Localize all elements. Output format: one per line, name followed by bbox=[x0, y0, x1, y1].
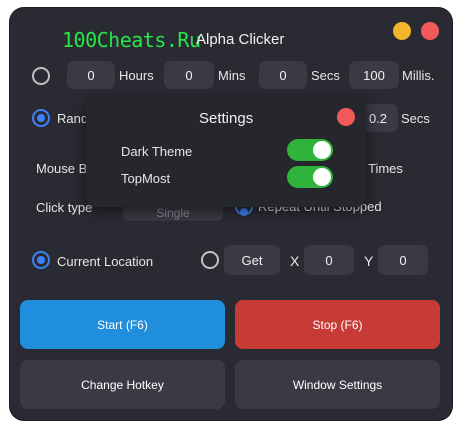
mins-label: Mins bbox=[218, 68, 246, 83]
current-location-radio[interactable] bbox=[32, 251, 50, 269]
minimize-button[interactable] bbox=[393, 22, 411, 40]
x-label: X bbox=[290, 253, 300, 269]
app-window: 100Cheats.Ru Alpha Clicker 0 Hours 0 Min… bbox=[10, 8, 452, 420]
dark-theme-toggle[interactable] bbox=[287, 139, 333, 161]
start-button[interactable]: Start (F6) bbox=[20, 300, 225, 349]
settings-title: Settings bbox=[199, 110, 254, 127]
times-label: Times bbox=[368, 161, 403, 176]
millis-input[interactable]: 100 bbox=[349, 61, 399, 89]
get-location-button[interactable]: Get bbox=[224, 245, 280, 275]
change-hotkey-button[interactable]: Change Hotkey bbox=[20, 360, 225, 409]
window-title: Alpha Clicker bbox=[196, 31, 285, 48]
hours-input[interactable]: 0 bbox=[67, 61, 115, 89]
mins-input[interactable]: 0 bbox=[164, 61, 214, 89]
stop-button[interactable]: Stop (F6) bbox=[235, 300, 440, 349]
hours-label: Hours bbox=[119, 68, 154, 83]
secs-input[interactable]: 0 bbox=[259, 61, 307, 89]
y-input[interactable]: 0 bbox=[378, 245, 428, 275]
interval-radio[interactable] bbox=[32, 67, 50, 85]
settings-close-button[interactable] bbox=[337, 108, 355, 126]
watermark-logo: 100Cheats.Ru bbox=[62, 28, 201, 52]
topmost-toggle[interactable] bbox=[287, 166, 333, 188]
random-label: Rand bbox=[57, 111, 89, 126]
y-label: Y bbox=[364, 253, 374, 269]
settings-popup: Settings Dark Theme TopMost bbox=[86, 97, 366, 207]
secs-label: Secs bbox=[311, 68, 340, 83]
close-button[interactable] bbox=[421, 22, 439, 40]
random-secs-label: Secs bbox=[401, 111, 430, 126]
millis-label: Millis. bbox=[402, 68, 435, 83]
x-input[interactable]: 0 bbox=[304, 245, 354, 275]
mouse-button-label: Mouse B bbox=[36, 161, 88, 176]
random-radio[interactable] bbox=[32, 109, 50, 127]
pick-location-radio[interactable] bbox=[201, 251, 219, 269]
current-location-label: Current Location bbox=[57, 254, 154, 269]
dark-theme-label: Dark Theme bbox=[121, 144, 193, 159]
click-type-select[interactable]: Single bbox=[123, 205, 223, 221]
click-type-label: Click type bbox=[36, 200, 93, 215]
window-settings-button[interactable]: Window Settings bbox=[235, 360, 440, 409]
topmost-label: TopMost bbox=[121, 171, 171, 186]
